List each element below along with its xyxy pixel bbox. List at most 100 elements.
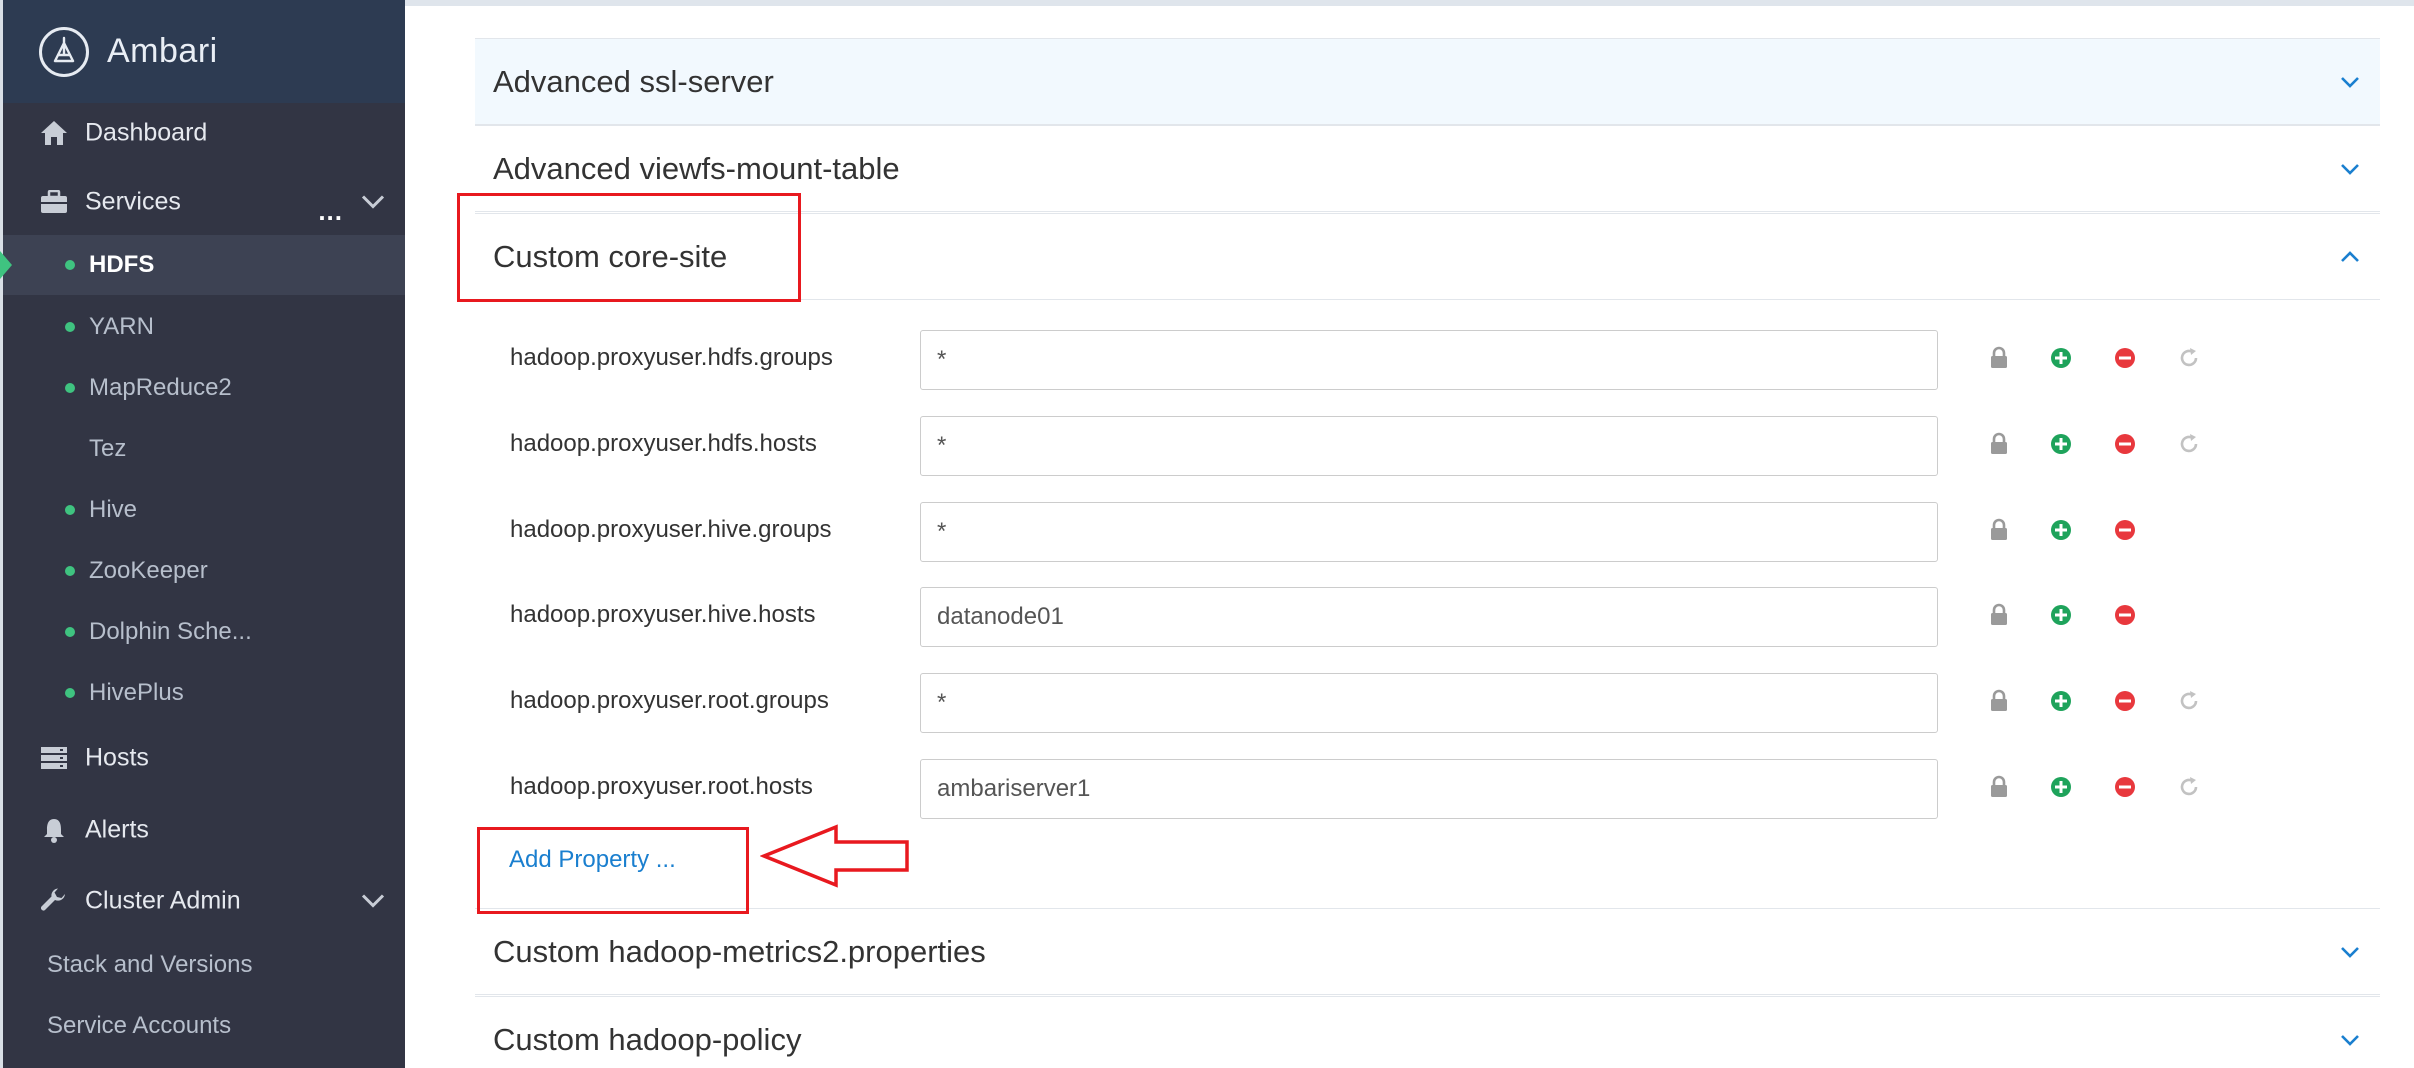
service-label: Hive	[89, 496, 138, 523]
property-value-input[interactable]	[920, 587, 1938, 647]
ambari-logo-icon	[39, 26, 89, 77]
property-name: hadoop.proxyuser.hdfs.hosts	[510, 430, 817, 457]
nav-stack-and-versions[interactable]: Stack and Versions	[3, 936, 405, 994]
plus-circle-icon[interactable]	[2049, 432, 2073, 456]
nav-services-label: Services	[85, 187, 181, 216]
wrench-icon	[39, 886, 69, 916]
nav-services[interactable]: Services ...	[3, 172, 405, 232]
highlight-box-add-property	[477, 827, 749, 914]
chevron-down-icon[interactable]	[361, 188, 385, 217]
plus-circle-icon[interactable]	[2049, 518, 2073, 542]
section-custom-hadoop-policy[interactable]: Custom hadoop-policy	[475, 996, 2380, 1068]
brand-header[interactable]: Ambari	[3, 0, 405, 103]
section-advanced-ssl-server[interactable]: Advanced ssl-server	[475, 38, 2380, 125]
property-row: hadoop.proxyuser.hive.groups	[475, 487, 2380, 573]
nav-dashboard-label: Dashboard	[85, 118, 208, 147]
service-label: Tez	[89, 435, 127, 462]
services-more-button[interactable]: ...	[318, 196, 343, 227]
status-dot	[65, 566, 75, 576]
property-name: hadoop.proxyuser.root.hosts	[510, 773, 813, 800]
section-title: Advanced ssl-server	[493, 63, 774, 99]
service-label: YARN	[89, 313, 154, 340]
nav-service-accounts-label: Service Accounts	[47, 1012, 232, 1039]
service-item-mapreduce2[interactable]: MapReduce2	[3, 358, 405, 418]
lock-icon[interactable]	[1987, 518, 2011, 542]
property-row: hadoop.proxyuser.hive.hosts	[475, 572, 2380, 658]
minus-circle-icon[interactable]	[2113, 603, 2137, 627]
service-item-hive[interactable]: Hive	[3, 480, 405, 540]
nav-alerts-label: Alerts	[85, 815, 149, 844]
property-name: hadoop.proxyuser.root.groups	[510, 687, 829, 714]
server-icon	[39, 743, 69, 773]
undo-icon[interactable]	[2177, 775, 2201, 799]
minus-circle-icon[interactable]	[2113, 518, 2137, 542]
lock-icon[interactable]	[1987, 346, 2011, 370]
section-title: Custom hadoop-metrics2.properties	[493, 933, 986, 969]
nav-hosts[interactable]: Hosts	[3, 728, 405, 788]
service-item-tez[interactable]: Tez	[3, 419, 405, 479]
section-title: Custom hadoop-policy	[493, 1021, 802, 1057]
undo-icon[interactable]	[2177, 689, 2201, 713]
chevron-up-icon[interactable]	[2338, 245, 2362, 269]
property-row: hadoop.proxyuser.hdfs.groups	[475, 315, 2380, 401]
property-value-input[interactable]	[920, 416, 1938, 476]
chevron-down-icon[interactable]	[2338, 940, 2362, 964]
top-divider	[405, 0, 2414, 6]
bell-icon	[39, 815, 69, 845]
plus-circle-icon[interactable]	[2049, 775, 2073, 799]
lock-icon[interactable]	[1987, 603, 2011, 627]
section-custom-hadoop-metrics2[interactable]: Custom hadoop-metrics2.properties	[475, 908, 2380, 995]
nav-alerts[interactable]: Alerts	[3, 800, 405, 860]
minus-circle-icon[interactable]	[2113, 432, 2137, 456]
service-item-yarn[interactable]: YARN	[3, 297, 405, 357]
plus-circle-icon[interactable]	[2049, 346, 2073, 370]
home-icon	[39, 118, 69, 148]
nav-stack-and-versions-label: Stack and Versions	[47, 951, 253, 978]
status-dot	[65, 322, 75, 332]
service-label: HivePlus	[89, 679, 184, 706]
service-label: MapReduce2	[89, 374, 232, 401]
status-dot	[65, 260, 75, 270]
undo-icon[interactable]	[2177, 432, 2201, 456]
plus-circle-icon[interactable]	[2049, 603, 2073, 627]
nav-service-accounts[interactable]: Service Accounts	[3, 997, 405, 1055]
status-dot	[65, 688, 75, 698]
sidebar: Ambari Dashboard Services ... HDFS YARN …	[0, 0, 405, 1068]
status-dot	[65, 505, 75, 515]
property-row: hadoop.proxyuser.hdfs.hosts	[475, 401, 2380, 487]
minus-circle-icon[interactable]	[2113, 346, 2137, 370]
chevron-down-icon[interactable]	[2338, 157, 2362, 181]
plus-circle-icon[interactable]	[2049, 689, 2073, 713]
lock-icon[interactable]	[1987, 689, 2011, 713]
highlight-box-core-site	[457, 193, 801, 302]
chevron-down-icon[interactable]	[2338, 1028, 2362, 1052]
service-label: ZooKeeper	[89, 557, 208, 584]
service-item-hiveplus[interactable]: HivePlus	[3, 663, 405, 723]
lock-icon[interactable]	[1987, 775, 2011, 799]
property-value-input[interactable]	[920, 759, 1938, 819]
nav-hosts-label: Hosts	[85, 743, 149, 772]
chevron-down-icon[interactable]	[2338, 70, 2362, 94]
chevron-down-icon[interactable]	[361, 887, 385, 916]
service-label: HDFS	[89, 251, 155, 278]
undo-icon[interactable]	[2177, 346, 2201, 370]
section-title: Advanced viewfs-mount-table	[493, 150, 900, 186]
property-name: hadoop.proxyuser.hive.groups	[510, 516, 832, 543]
service-label: Dolphin Sche...	[89, 618, 252, 645]
property-value-input[interactable]	[920, 502, 1938, 562]
service-item-dolphin-scheduler[interactable]: Dolphin Sche...	[3, 602, 405, 662]
nav-cluster-admin[interactable]: Cluster Admin	[3, 871, 405, 931]
minus-circle-icon[interactable]	[2113, 775, 2137, 799]
property-value-input[interactable]	[920, 330, 1938, 390]
nav-dashboard[interactable]: Dashboard	[3, 103, 405, 163]
lock-icon[interactable]	[1987, 432, 2011, 456]
property-name: hadoop.proxyuser.hdfs.groups	[510, 344, 833, 371]
service-item-hdfs[interactable]: HDFS	[0, 235, 405, 295]
service-item-zookeeper[interactable]: ZooKeeper	[3, 541, 405, 601]
minus-circle-icon[interactable]	[2113, 689, 2137, 713]
property-row: hadoop.proxyuser.root.hosts	[475, 744, 2380, 830]
status-dot	[65, 627, 75, 637]
property-row: hadoop.proxyuser.root.groups	[475, 658, 2380, 744]
nav-cluster-admin-label: Cluster Admin	[85, 886, 241, 915]
property-value-input[interactable]	[920, 673, 1938, 733]
